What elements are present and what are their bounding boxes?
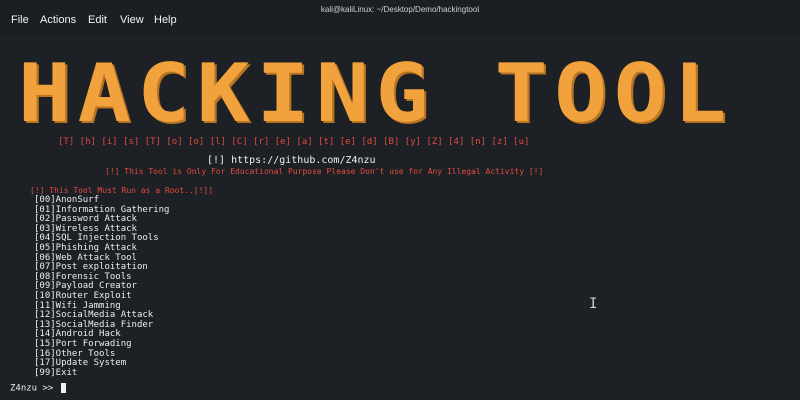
menu-file[interactable]: File: [11, 14, 29, 26]
banner-letters: [T] [h] [i] [s] [T] [o] [o] [l] [C] [r] …: [58, 137, 530, 147]
banner-title: HACKING TOOL: [18, 47, 733, 140]
tool-options-list: [00]AnonSurf [01]Information Gathering […: [34, 195, 169, 378]
menu-actions[interactable]: Actions: [40, 14, 76, 26]
text-cursor: [60, 383, 66, 393]
menu-help[interactable]: Help: [154, 14, 177, 26]
window-title: kali@kaliLinux: ~/Desktop/Demo/hackingto…: [320, 5, 480, 14]
ibeam-cursor-icon: I: [589, 296, 598, 312]
option-item: [99]Exit: [34, 367, 78, 378]
menu-view[interactable]: View: [120, 14, 144, 26]
menu-bar: kali@kaliLinux: ~/Desktop/Demo/hackingto…: [0, 0, 800, 36]
menu-edit[interactable]: Edit: [88, 14, 107, 26]
root-warning: [!] This Tool Must Run as a Root..[!]]: [30, 186, 214, 195]
prompt-text: Z4nzu >>: [10, 383, 59, 394]
command-prompt[interactable]: Z4nzu >>: [10, 383, 66, 394]
educational-warning: [!] This Tool is Only For Educational Pu…: [105, 167, 544, 176]
github-link-text: [!] https://github.com/Z4nzu: [207, 155, 376, 166]
